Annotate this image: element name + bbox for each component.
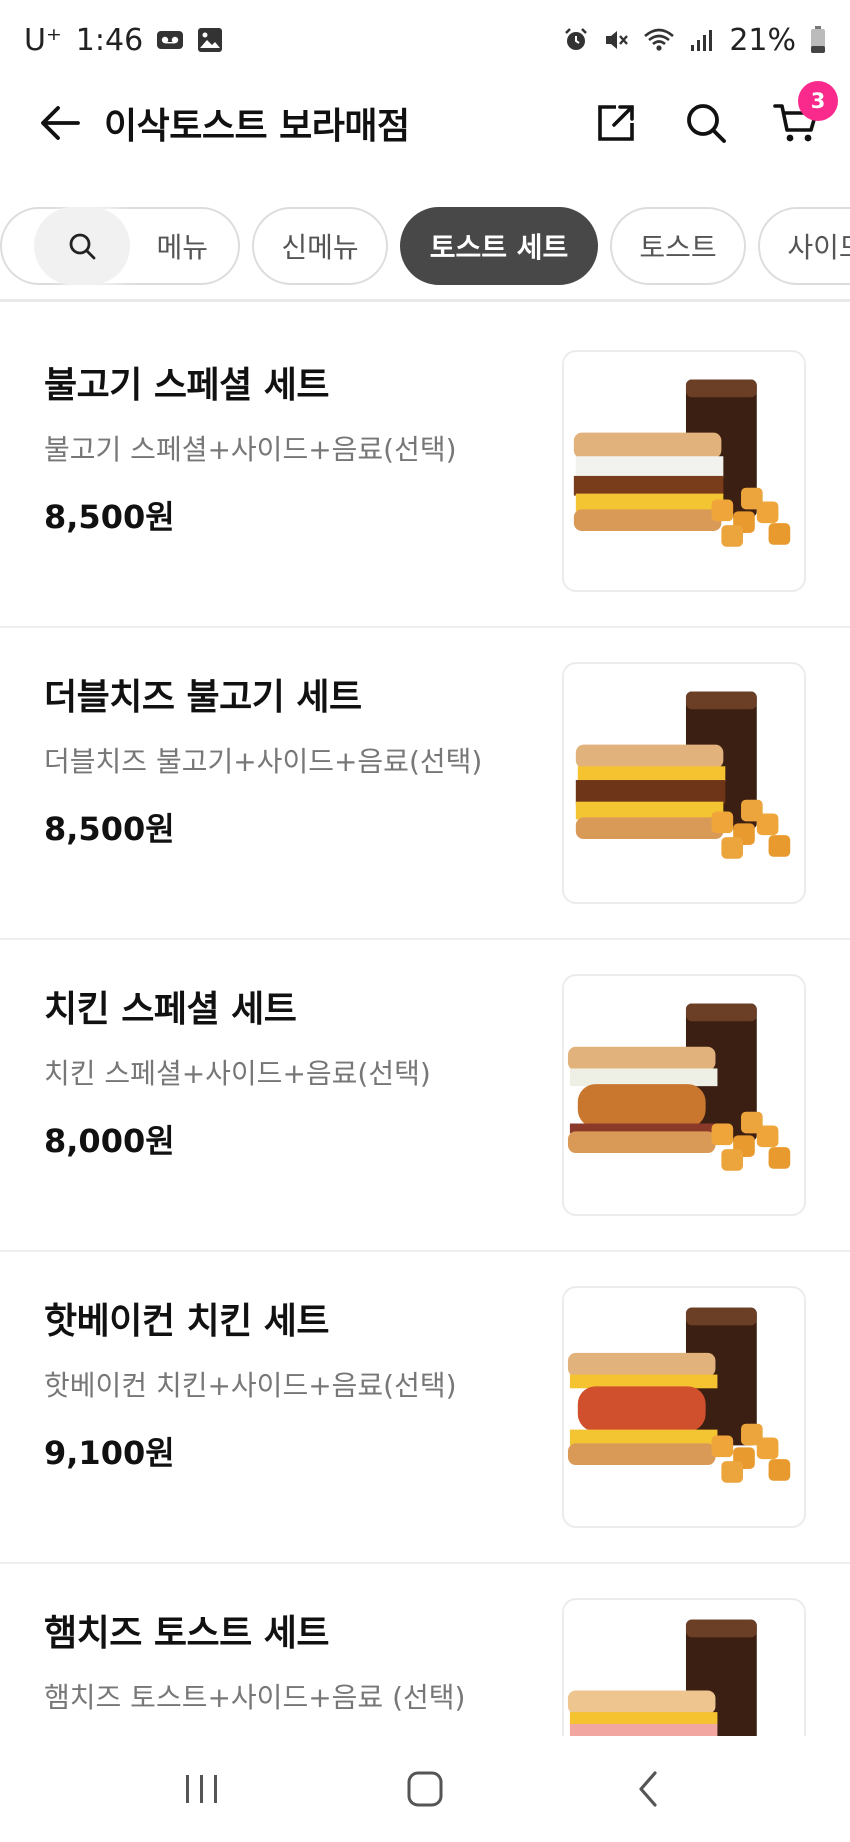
recent-apps-icon	[185, 1775, 217, 1803]
back-arrow-icon	[41, 106, 80, 140]
wifi-icon	[643, 27, 675, 53]
tab-label: 신메뉴	[281, 231, 359, 264]
search-button[interactable]	[678, 95, 734, 151]
menu-item-description: 핫베이컨 치킨+사이드+음료(선택)	[44, 1369, 457, 1402]
battery-percent: 21%	[729, 22, 796, 58]
menu-item-name: 치킨 스페셜 세트	[44, 989, 297, 1030]
menu-item-image	[562, 1598, 806, 1736]
toast-set-photo	[567, 1619, 757, 1736]
menu-item-name: 더블치즈 불고기 세트	[44, 677, 362, 718]
menu-item[interactable]: 불고기 스페셜 세트 불고기 스페셜+사이드+음료(선택) 8,500원	[0, 316, 850, 628]
nav-back-button[interactable]	[608, 1749, 688, 1829]
image-icon	[197, 27, 223, 53]
menu-item[interactable]: 더블치즈 불고기 세트 더블치즈 불고기+사이드+음료(선택) 8,500원	[0, 628, 850, 940]
menu-item-description: 더블치즈 불고기+사이드+음료(선택)	[44, 745, 483, 778]
menu-item-name: 핫베이컨 치킨 세트	[44, 1301, 330, 1342]
share-icon	[598, 105, 634, 141]
menu-list: 불고기 스페셜 세트 불고기 스페셜+사이드+음료(선택) 8,500원 더블치…	[0, 316, 850, 1736]
toast-set-photo	[567, 1003, 791, 1171]
menu-item-image	[562, 350, 806, 592]
tab-search-button[interactable]	[34, 207, 130, 285]
toast-set-photo	[575, 691, 791, 859]
category-tabs: 메뉴 신메뉴 토스트 세트 토스트 사이드	[0, 190, 850, 302]
status-right: 21%	[563, 23, 826, 58]
search-icon	[687, 104, 726, 143]
app-header: 이삭토스트 보라매점 3	[0, 80, 850, 166]
menu-item-image	[562, 974, 806, 1216]
tab-toast[interactable]: 토스트	[610, 207, 746, 285]
tab-label: 토스트 세트	[429, 231, 569, 264]
share-button[interactable]	[588, 95, 644, 151]
alarm-icon	[563, 27, 589, 53]
voicemail-icon	[157, 31, 184, 49]
menu-item[interactable]: 치킨 스페셜 세트 치킨 스페셜+사이드+음료(선택) 8,000원	[0, 940, 850, 1252]
store-title: 이삭토스트 보라매점	[104, 106, 410, 147]
tab-side[interactable]: 사이드	[758, 207, 850, 285]
tab-label: 토스트	[639, 231, 717, 264]
tab-label: 메뉴	[156, 231, 208, 264]
menu-item[interactable]: 햄치즈 토스트 세트 햄치즈 토스트+사이드+음료 (선택)	[0, 1564, 850, 1736]
tab-label: 사이드	[787, 231, 850, 264]
signal-icon	[689, 27, 715, 53]
status-left: U⁺ 1:46	[24, 23, 223, 58]
menu-item-description: 치킨 스페셜+사이드+음료(선택)	[44, 1057, 431, 1090]
search-icon	[69, 233, 96, 260]
menu-item-price: 9,100원	[44, 1434, 175, 1472]
toast-set-photo	[567, 1307, 791, 1483]
clock: 1:46	[75, 22, 144, 58]
menu-item-name: 불고기 스페셜 세트	[44, 365, 330, 406]
carrier-label: U⁺	[24, 22, 62, 58]
menu-item-price: 8,000원	[44, 1122, 175, 1160]
home-icon	[407, 1771, 443, 1807]
back-icon	[639, 1771, 657, 1807]
back-button[interactable]	[34, 97, 86, 149]
menu-item-name: 햄치즈 토스트 세트	[44, 1613, 330, 1654]
menu-item-image	[562, 662, 806, 904]
toast-set-photo	[573, 379, 791, 547]
cart-button[interactable]: 3	[768, 81, 838, 151]
menu-item-price: 8,500원	[44, 810, 175, 848]
battery-icon	[810, 26, 826, 54]
menu-item-description: 불고기 스페셜+사이드+음료(선택)	[44, 433, 457, 466]
menu-item-image	[562, 1286, 806, 1528]
mute-icon	[603, 27, 629, 53]
header-actions: 3	[588, 81, 838, 151]
menu-item-price: 8,500원	[44, 498, 175, 536]
tab-new-menu[interactable]: 신메뉴	[252, 207, 388, 285]
system-nav-bar	[0, 1736, 850, 1842]
menu-item[interactable]: 핫베이컨 치킨 세트 핫베이컨 치킨+사이드+음료(선택) 9,100원	[0, 1252, 850, 1564]
cart-count-badge: 3	[798, 81, 838, 121]
menu-item-description: 햄치즈 토스트+사이드+음료 (선택)	[44, 1681, 466, 1714]
home-button[interactable]	[385, 1749, 465, 1829]
tab-toast-set[interactable]: 토스트 세트	[400, 207, 598, 285]
status-bar: U⁺ 1:46 21%	[0, 0, 850, 80]
recent-apps-button[interactable]	[162, 1749, 242, 1829]
